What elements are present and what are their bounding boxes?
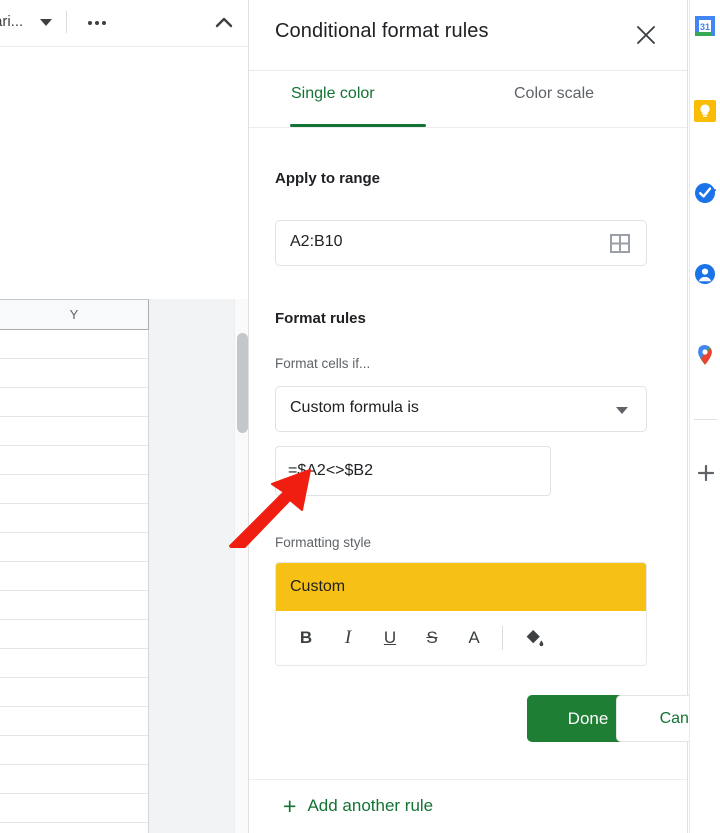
grid-row[interactable] (0, 417, 148, 446)
toolbar-divider (66, 11, 67, 33)
rail-divider (694, 419, 717, 420)
tab-single-color[interactable]: Single color (291, 85, 375, 116)
more-horizontal-icon[interactable] (80, 16, 114, 30)
red-arrow-annotation (229, 469, 311, 548)
formatting-style-box: Custom B I U S A (275, 562, 647, 666)
condition-select[interactable]: Custom formula is (275, 386, 647, 432)
tab-color-scale[interactable]: Color scale (514, 85, 594, 116)
caret-down-icon (616, 407, 628, 414)
grid-cells[interactable] (0, 330, 149, 833)
font-name-label[interactable]: ari... (0, 12, 44, 32)
side-app-rail: 31 (689, 0, 720, 833)
close-icon[interactable] (631, 20, 661, 50)
apply-to-range-label: Apply to range (275, 170, 381, 187)
grid-row[interactable] (0, 562, 148, 591)
grid-row[interactable] (0, 359, 148, 388)
tab-bar: Single color Color scale (249, 71, 687, 128)
bold-icon[interactable]: B (286, 618, 326, 658)
grid-row[interactable] (0, 678, 148, 707)
svg-text:31: 31 (700, 22, 710, 32)
style-preview[interactable]: Custom (276, 563, 646, 611)
text-color-icon[interactable]: A (454, 618, 494, 658)
toolbar-divider (502, 626, 503, 650)
add-app-button[interactable] (695, 462, 717, 484)
grid-row[interactable] (0, 649, 148, 678)
add-another-rule-button[interactable]: + Add another rule (283, 792, 434, 819)
caret-down-icon[interactable] (40, 19, 52, 26)
range-input[interactable]: A2:B10 (275, 220, 647, 266)
grid-row[interactable] (0, 707, 148, 736)
grid-row[interactable] (0, 794, 148, 823)
fill-color-icon[interactable] (514, 618, 554, 658)
conditional-format-panel: Conditional format rules Single color Co… (248, 0, 720, 833)
scrollbar-thumb[interactable] (237, 333, 248, 433)
formatting-toolbar: B I U S A (276, 611, 646, 665)
plus-icon: + (283, 792, 297, 819)
underline-icon[interactable]: U (370, 618, 410, 658)
grid-row[interactable] (0, 475, 148, 504)
active-tab-indicator (290, 124, 426, 127)
app-root: ari... Y Conditional format rule (0, 0, 720, 833)
google-calendar-icon[interactable]: 31 (694, 15, 716, 37)
spreadsheet-area: ari... Y (0, 0, 248, 833)
grid-row[interactable] (0, 504, 148, 533)
format-rules-label: Format rules (275, 310, 366, 327)
column-header-y[interactable]: Y (0, 299, 149, 330)
grid-row[interactable] (0, 591, 148, 620)
google-keep-icon[interactable] (694, 100, 716, 122)
spreadsheet-toolbar: ari... (0, 0, 248, 47)
panel-header: Conditional format rules (249, 0, 687, 71)
toolbar-bottom-border (0, 46, 248, 47)
grid-row[interactable] (0, 620, 148, 649)
format-cells-if-label: Format cells if... (275, 356, 371, 371)
grid-row[interactable] (0, 765, 148, 794)
grid-row[interactable] (0, 446, 148, 475)
spreadsheet-grid: Y (0, 299, 248, 833)
grid-row[interactable] (0, 388, 148, 417)
grid-row[interactable] (0, 736, 148, 765)
google-contacts-icon[interactable] (694, 263, 716, 285)
chevron-up-icon[interactable] (210, 10, 238, 34)
strikethrough-icon[interactable]: S (412, 618, 452, 658)
grid-row[interactable] (0, 330, 148, 359)
google-maps-icon[interactable] (694, 344, 716, 366)
condition-select-value: Custom formula is (290, 399, 419, 416)
grid-select-icon[interactable] (610, 234, 630, 253)
range-input-value: A2:B10 (290, 233, 343, 250)
grid-gutter (150, 299, 234, 833)
panel-footer: + Add another rule (249, 779, 687, 833)
vertical-scrollbar[interactable] (234, 299, 248, 833)
add-another-rule-label: Add another rule (307, 796, 434, 815)
google-tasks-icon[interactable] (694, 182, 716, 204)
grid-row[interactable] (0, 533, 148, 562)
italic-icon[interactable]: I (328, 618, 368, 658)
page-title: Conditional format rules (275, 20, 489, 42)
